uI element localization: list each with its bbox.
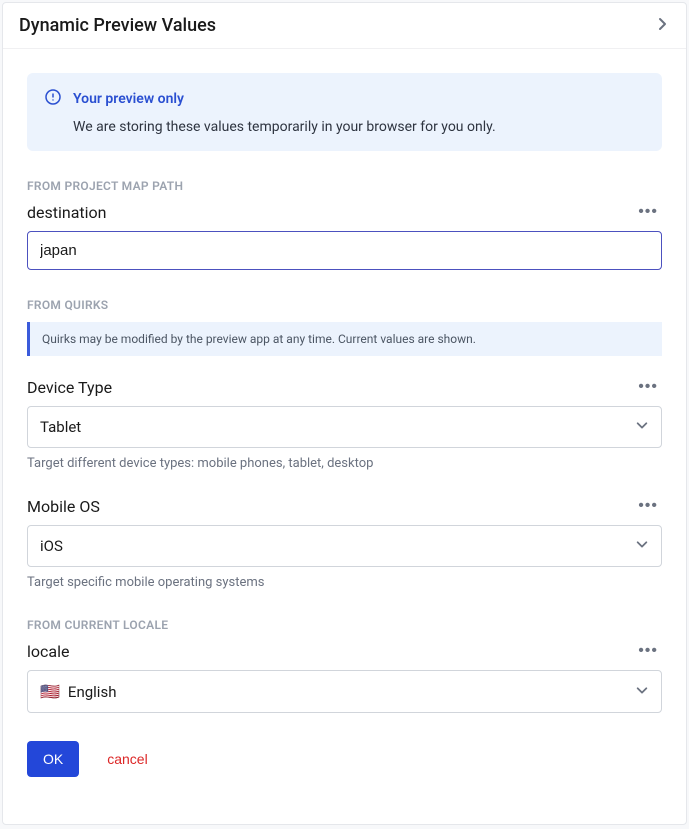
destination-input[interactable] xyxy=(27,231,662,270)
action-bar: OK cancel xyxy=(27,741,662,777)
locale-section: FROM CURRENT LOCALE locale ••• 🇺🇸 Englis… xyxy=(27,618,662,713)
more-horizontal-icon: ••• xyxy=(638,642,658,659)
locale-label: locale xyxy=(27,642,69,661)
quirks-heading: FROM QUIRKS xyxy=(27,298,662,312)
chevron-down-icon xyxy=(635,418,649,436)
device-type-helper: Target different device types: mobile ph… xyxy=(27,456,662,471)
device-type-field: Device Type ••• Tablet Target different … xyxy=(27,374,662,471)
locale-row: locale ••• xyxy=(27,638,662,664)
mobile-os-field: Mobile OS ••• iOS Target specific mobile… xyxy=(27,493,662,590)
flag-icon: 🇺🇸 xyxy=(40,682,60,701)
info-text: We are storing these values temporarily … xyxy=(45,119,644,135)
collapse-chevron-icon[interactable] xyxy=(654,16,670,36)
locale-text: English xyxy=(68,683,117,701)
destination-more-button[interactable]: ••• xyxy=(634,199,662,225)
info-warning-icon xyxy=(45,89,61,109)
device-type-select[interactable]: Tablet xyxy=(27,406,662,448)
preview-info-box: Your preview only We are storing these v… xyxy=(27,73,662,151)
locale-select[interactable]: 🇺🇸 English xyxy=(27,670,662,713)
destination-label: destination xyxy=(27,203,107,222)
cancel-button[interactable]: cancel xyxy=(107,751,147,767)
map-path-section: FROM PROJECT MAP PATH destination ••• xyxy=(27,179,662,270)
more-horizontal-icon: ••• xyxy=(638,497,658,514)
mobile-os-value: iOS xyxy=(40,537,63,555)
mobile-os-more-button[interactable]: ••• xyxy=(634,493,662,519)
panel-title: Dynamic Preview Values xyxy=(19,15,216,36)
device-type-row: Device Type ••• xyxy=(27,374,662,400)
locale-value: 🇺🇸 English xyxy=(40,682,116,701)
chevron-down-icon xyxy=(635,537,649,555)
device-type-value: Tablet xyxy=(40,418,81,436)
device-type-more-button[interactable]: ••• xyxy=(634,374,662,400)
map-path-heading: FROM PROJECT MAP PATH xyxy=(27,179,662,193)
device-type-label: Device Type xyxy=(27,378,112,397)
quirks-section: FROM QUIRKS Quirks may be modified by th… xyxy=(27,298,662,590)
more-horizontal-icon: ••• xyxy=(638,203,658,220)
info-header: Your preview only xyxy=(45,89,644,109)
quirks-note: Quirks may be modified by the preview ap… xyxy=(27,322,662,356)
locale-heading: FROM CURRENT LOCALE xyxy=(27,618,662,632)
mobile-os-select[interactable]: iOS xyxy=(27,525,662,567)
mobile-os-label: Mobile OS xyxy=(27,497,100,516)
info-title: Your preview only xyxy=(73,91,184,107)
destination-field-row: destination ••• xyxy=(27,199,662,225)
chevron-down-icon xyxy=(635,683,649,701)
mobile-os-row: Mobile OS ••• xyxy=(27,493,662,519)
mobile-os-helper: Target specific mobile operating systems xyxy=(27,575,662,590)
more-horizontal-icon: ••• xyxy=(638,378,658,395)
dynamic-preview-panel: Dynamic Preview Values Your preview only… xyxy=(2,2,687,825)
locale-more-button[interactable]: ••• xyxy=(634,638,662,664)
ok-button[interactable]: OK xyxy=(27,741,79,777)
panel-header: Dynamic Preview Values xyxy=(3,3,686,49)
panel-body: Your preview only We are storing these v… xyxy=(11,57,678,816)
